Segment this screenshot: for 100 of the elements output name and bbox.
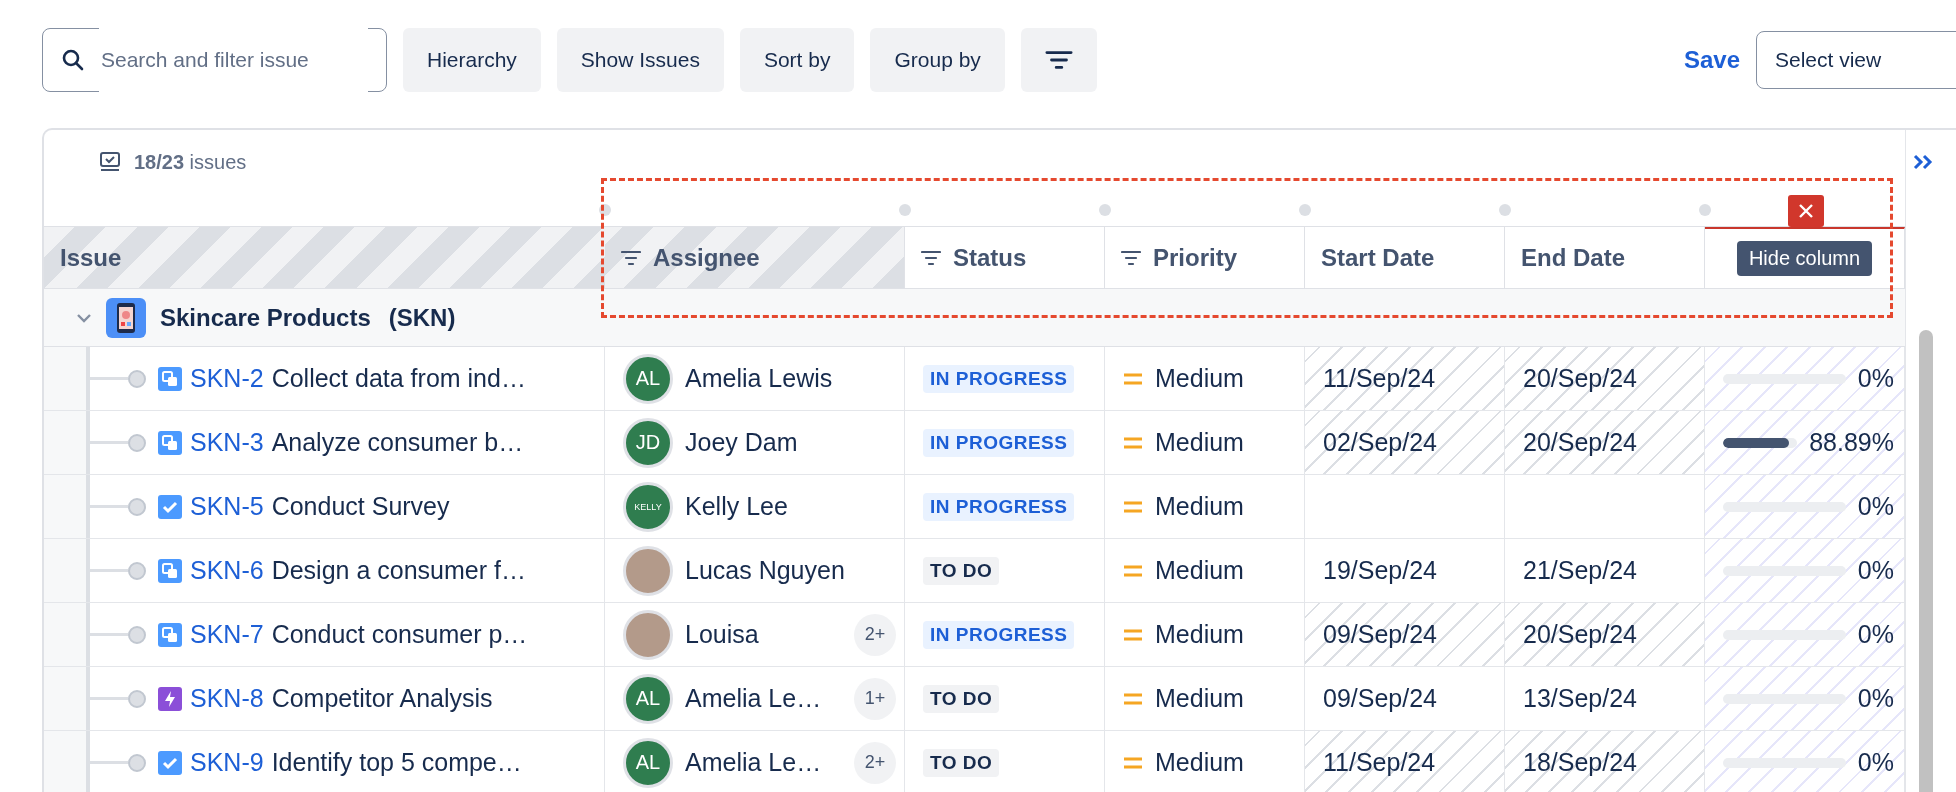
status-lozenge[interactable]: TO DO (923, 684, 1000, 713)
start-date: 11/Sep/24 (1323, 364, 1436, 393)
close-button[interactable] (1788, 195, 1824, 227)
issue-key-link[interactable]: SKN-5 (190, 492, 264, 521)
priority-label: Medium (1155, 492, 1244, 521)
column-handle[interactable] (899, 204, 911, 216)
end-date: 21/Sep/24 (1523, 556, 1637, 585)
assignee-name: Amelia Lewis (685, 364, 833, 393)
assignee-name: Joey Dam (685, 428, 798, 457)
more-count[interactable]: 2+ (854, 613, 896, 656)
status-lozenge[interactable]: TO DO (923, 556, 1000, 585)
progress-percent: 88.89% (1809, 428, 1894, 457)
close-icon (1798, 203, 1814, 219)
view-select[interactable]: Select view (1756, 31, 1956, 89)
save-link[interactable]: Save (1683, 46, 1740, 74)
assignee-name: Lucas Nguyen (685, 556, 845, 585)
start-date: 19/Sep/24 (1323, 556, 1437, 585)
tree-node-dot (128, 561, 146, 580)
avatar: AL (623, 673, 673, 724)
progress-percent: 0% (1857, 684, 1894, 713)
checklist-icon (98, 150, 122, 174)
photo-placeholder (623, 609, 673, 660)
project-icon (106, 297, 146, 338)
avatar: AL (623, 353, 673, 404)
column-handle[interactable] (1099, 204, 1111, 216)
status-lozenge[interactable]: IN PROGRESS (923, 492, 1075, 521)
issue-title: Analyze consumer b… (271, 428, 524, 457)
double-chevron-icon[interactable] (1911, 152, 1935, 172)
tooltip: Hide column (1736, 241, 1873, 276)
status-lozenge[interactable]: IN PROGRESS (923, 428, 1075, 457)
column-header[interactable]: Assignee (653, 243, 760, 272)
assignee-name: Kelly Lee (685, 492, 788, 521)
checkbox-icon (158, 494, 182, 519)
column-header[interactable]: Issue (60, 243, 122, 272)
issue-key-link[interactable]: SKN-7 (190, 620, 264, 649)
issue-title: Design a consumer f… (271, 556, 526, 585)
more-count[interactable]: 2+ (854, 741, 896, 784)
tree-node-dot (128, 625, 146, 644)
tree-node-dot (128, 497, 146, 516)
issue-title: Identify top 5 compe… (271, 748, 522, 777)
start-date: 02/Sep/24 (1323, 428, 1437, 457)
issue-key-link[interactable]: SKN-3 (190, 428, 264, 457)
assignee-name: Louisa (685, 620, 759, 649)
progress-percent: 0% (1857, 556, 1894, 585)
issue-title: Conduct consumer p… (271, 620, 528, 649)
progress-percent: 0% (1857, 492, 1894, 521)
priority-label: Medium (1155, 364, 1244, 393)
progress-percent: 0% (1857, 364, 1894, 393)
column-header[interactable]: Priority (1153, 243, 1238, 272)
column-handle[interactable] (1299, 204, 1311, 216)
toolbar-button[interactable]: Hierarchy (403, 28, 541, 92)
checkbox-icon (158, 750, 182, 775)
more-count[interactable]: 1+ (854, 677, 896, 720)
end-date: 20/Sep/24 (1523, 428, 1637, 457)
toolbar-button[interactable]: Show Issues (556, 28, 724, 92)
priority-label: Medium (1155, 428, 1244, 457)
avatar: AL (623, 737, 673, 788)
progress-percent: 0% (1857, 748, 1894, 777)
filter-icon[interactable] (921, 249, 941, 266)
end-date: 18/Sep/24 (1523, 748, 1637, 777)
status-lozenge[interactable]: IN PROGRESS (923, 364, 1075, 393)
issue-key-link[interactable]: SKN-6 (190, 556, 264, 585)
tree-node-dot (128, 369, 146, 388)
assignee-name: Amelia Le… (685, 684, 822, 713)
column-handle[interactable] (1499, 204, 1511, 216)
filter-icon[interactable] (1121, 249, 1141, 266)
tree-node-dot (128, 433, 146, 452)
end-date: 20/Sep/24 (1523, 620, 1637, 649)
column-header[interactable]: End Date (1521, 243, 1625, 272)
avatar: KELLY (623, 481, 673, 532)
start-date: 11/Sep/24 (1323, 748, 1436, 777)
search-input[interactable]: Search and filter issue (99, 28, 368, 92)
priority-label: Medium (1155, 620, 1244, 649)
group-key: (SKN) (388, 303, 456, 332)
column-header[interactable]: Start Date (1321, 243, 1435, 272)
search-field[interactable]: Search and filter issue (42, 28, 387, 92)
column-header[interactable]: Status (953, 243, 1027, 272)
assignee-name: Amelia Le… (685, 748, 822, 777)
status-lozenge[interactable]: TO DO (923, 748, 1000, 777)
status-lozenge[interactable]: IN PROGRESS (923, 620, 1075, 649)
chevron-icon[interactable] (76, 312, 92, 323)
start-date: 09/Sep/24 (1323, 620, 1437, 649)
priority-label: Medium (1155, 684, 1244, 713)
filter-icon[interactable] (621, 249, 641, 266)
issue-key-link[interactable]: SKN-8 (190, 684, 264, 713)
issue-key-link[interactable]: SKN-9 (190, 748, 264, 777)
lightning-icon (158, 686, 182, 711)
photo-placeholder (623, 545, 673, 596)
toolbar-button[interactable]: Sort by (739, 28, 855, 92)
column-handle[interactable] (1699, 204, 1711, 216)
issue-title: Conduct Survey (271, 492, 450, 521)
end-date: 13/Sep/24 (1523, 684, 1637, 713)
subtask-icon (158, 430, 182, 455)
priority-label: Medium (1155, 556, 1244, 585)
filter-button[interactable] (1020, 28, 1097, 92)
subtask-icon (158, 558, 182, 583)
priority-label: Medium (1155, 748, 1244, 777)
issue-key-link[interactable]: SKN-2 (190, 364, 264, 393)
group-name: Skincare Products (160, 303, 371, 332)
toolbar-button[interactable]: Group by (870, 28, 1005, 92)
